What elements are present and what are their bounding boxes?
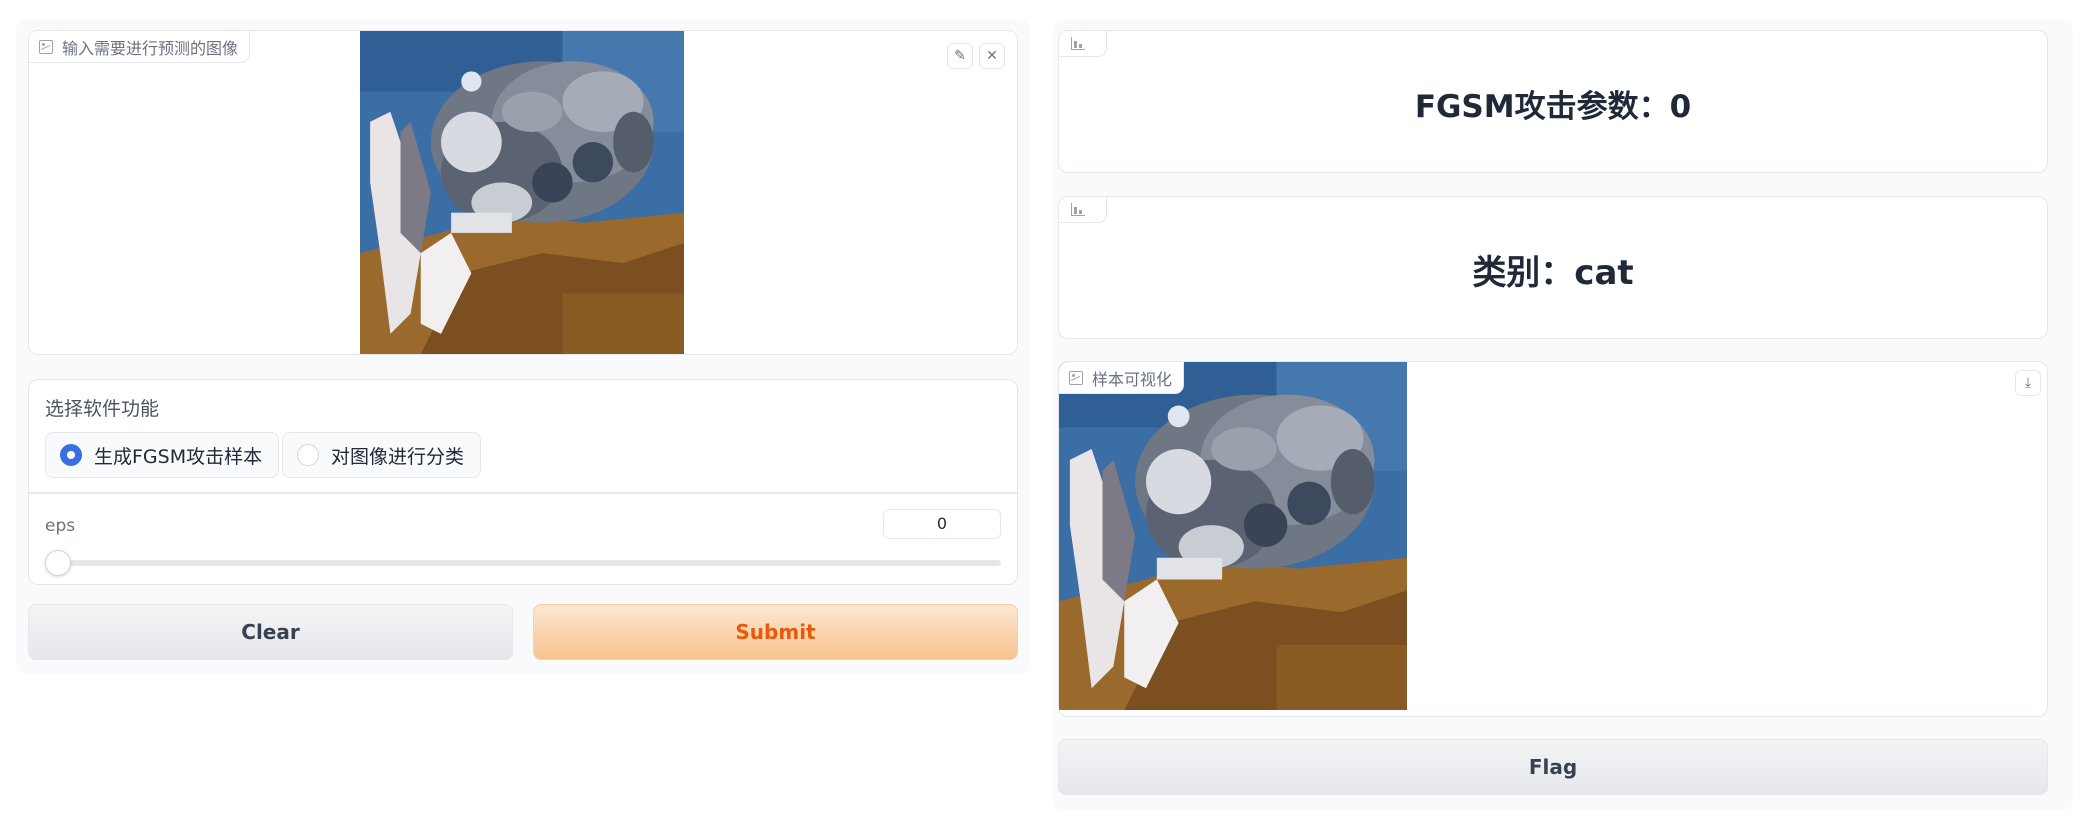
radio-option-classify[interactable]: 对图像进行分类 — [282, 432, 482, 478]
radio-checked-icon — [60, 444, 82, 466]
sample-label-text: 样本可视化 — [1092, 369, 1173, 389]
radio-option-label: 生成FGSM攻击样本 — [94, 445, 263, 468]
eps-label: eps — [45, 516, 76, 536]
category-text: 类别：cat — [1472, 253, 1634, 293]
function-select-label: 选择软件功能 — [45, 398, 160, 420]
sample-visualization-panel: 样本可视化 ⤓ — [1058, 361, 2048, 717]
settings-panel: 选择软件功能 生成FGSM攻击样本 对图像进行分类 eps 0 — [28, 379, 1018, 585]
close-icon[interactable]: ✕ — [979, 43, 1005, 69]
slider-handle[interactable] — [45, 550, 71, 576]
clear-button[interactable]: Clear — [28, 604, 513, 660]
input-column: 输入需要进行预测的图像 ✎ ✕ 选择软件功能 生成FGSM攻击样本 对图像进行分… — [16, 20, 1030, 674]
sample-image — [1059, 362, 1407, 710]
divider — [29, 492, 1017, 494]
eps-slider[interactable] — [45, 550, 1001, 576]
chart-icon — [1071, 203, 1085, 216]
input-image-panel[interactable]: 输入需要进行预测的图像 ✎ ✕ — [28, 30, 1018, 355]
input-image-label-text: 输入需要进行预测的图像 — [62, 38, 239, 58]
fgsm-param-text: FGSM攻击参数：0 — [1414, 89, 1692, 125]
radio-option-generate-fgsm[interactable]: 生成FGSM攻击样本 — [45, 432, 280, 478]
download-icon[interactable]: ⤓ — [2015, 370, 2041, 396]
input-image — [360, 31, 684, 354]
pencil-icon[interactable]: ✎ — [947, 43, 973, 69]
input-image-label: 输入需要进行预测的图像 — [29, 31, 251, 63]
eps-number-input[interactable]: 0 — [883, 509, 1001, 539]
image-icon — [39, 39, 53, 54]
submit-button[interactable]: Submit — [533, 604, 1018, 660]
category-label — [1059, 197, 1107, 223]
image-icon — [1069, 370, 1083, 385]
sample-label: 样本可视化 — [1059, 362, 1185, 394]
chart-icon — [1071, 37, 1085, 50]
category-panel: 类别：cat — [1058, 196, 2048, 339]
output-column: FGSM攻击参数：0 类别：cat 样本可视化 ⤓ Flag — [1053, 20, 2073, 810]
fgsm-param-panel: FGSM攻击参数：0 — [1058, 30, 2048, 173]
radio-option-label: 对图像进行分类 — [331, 445, 465, 468]
radio-unchecked-icon — [297, 444, 319, 466]
fgsm-param-label — [1059, 31, 1107, 57]
flag-button[interactable]: Flag — [1058, 739, 2048, 795]
